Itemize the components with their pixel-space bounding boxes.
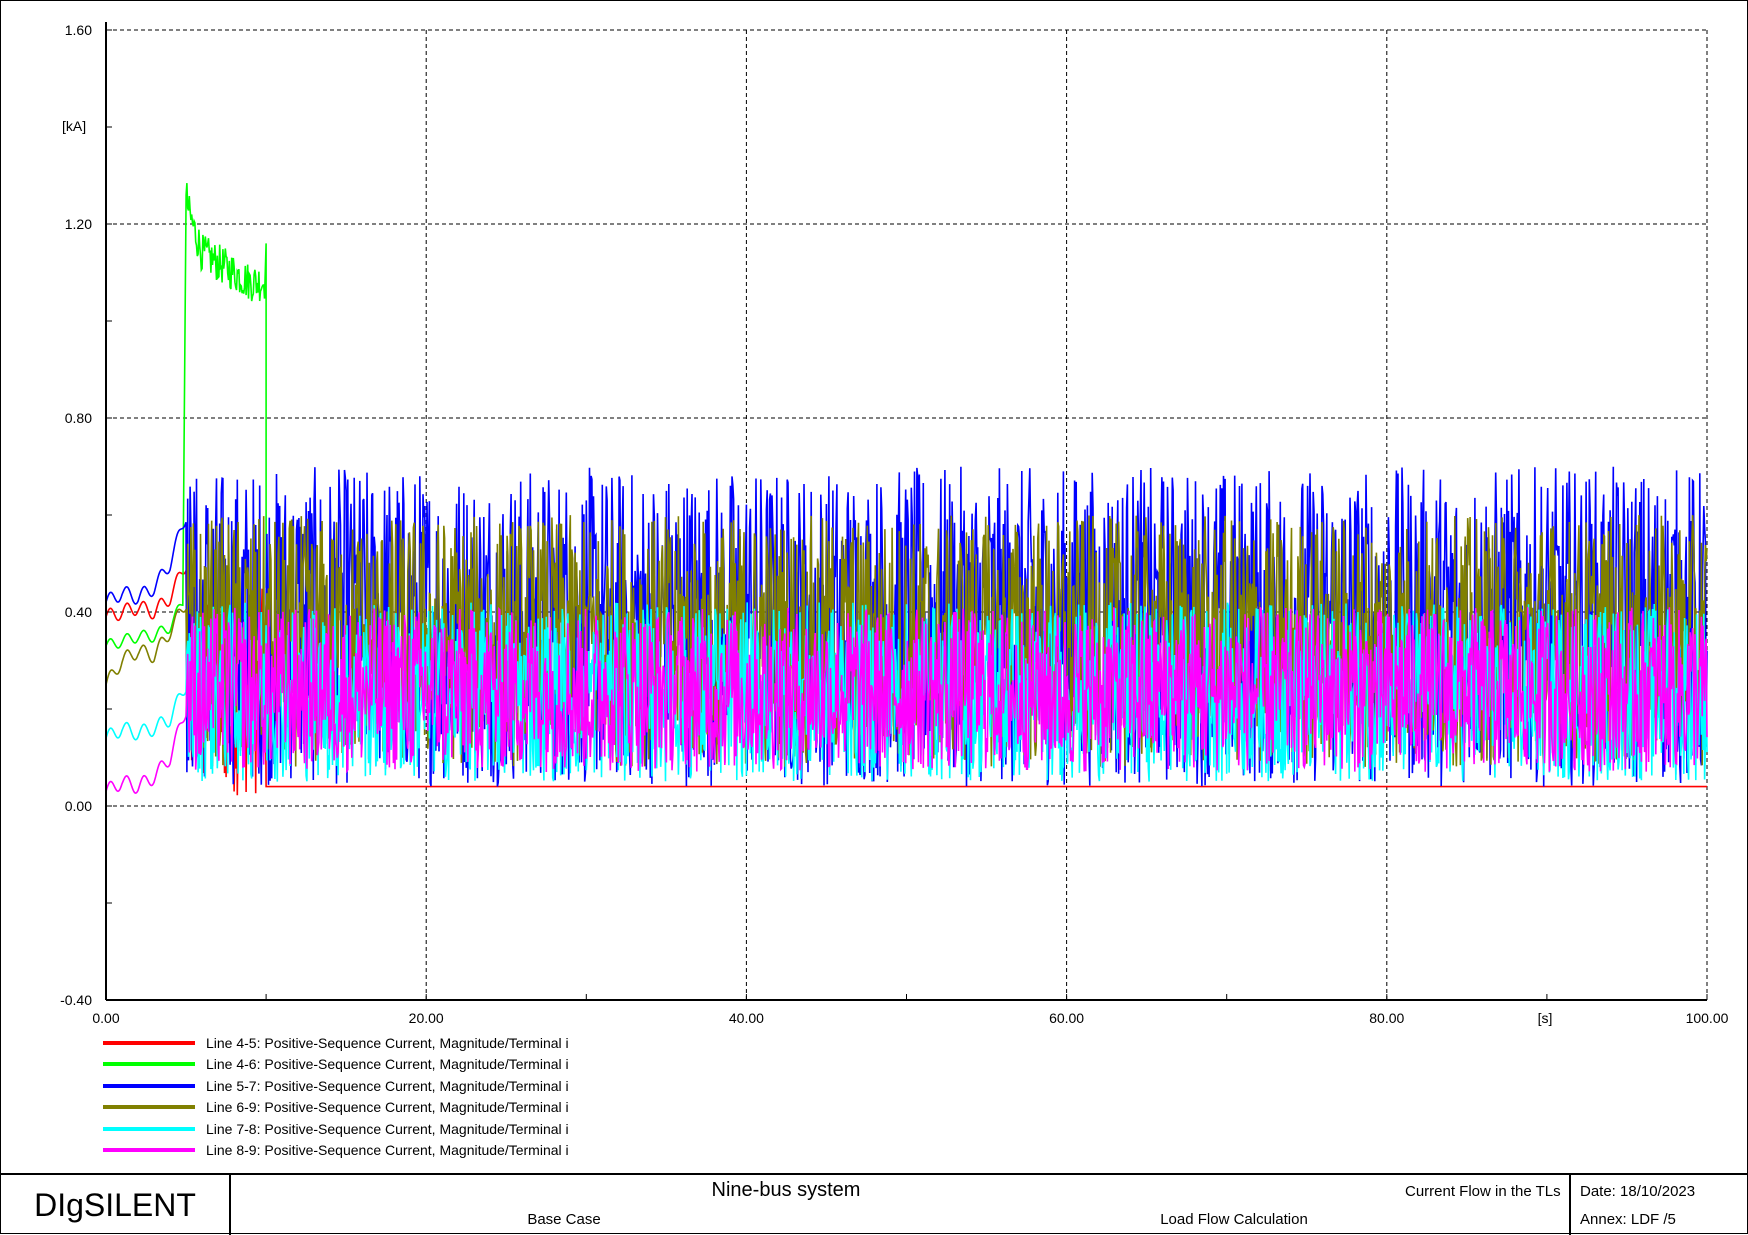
x-tick-label: 40.00 [729,1010,764,1026]
x-tick-label: 0.00 [92,1010,119,1026]
legend-swatch [103,1083,195,1088]
study-case: Base Case [527,1211,601,1228]
legend-label: Line 8-9: Positive-Sequence Current, Mag… [206,1141,569,1158]
legend-label: Line 6-9: Positive-Sequence Current, Mag… [206,1099,569,1116]
plot-subtitle: Current Flow in the TLs [1405,1183,1561,1200]
company-logo: DIgSILENT [1,1175,231,1235]
x-tick-label: 80.00 [1369,1010,1404,1026]
legend-swatch [103,1147,195,1152]
y-tick-label: 1.20 [65,216,92,232]
y-tick-label: -0.40 [60,992,92,1008]
x-tick-label: 20.00 [409,1010,444,1026]
plot-series [105,183,1708,796]
x-tick-label: 100.00 [1686,1010,1729,1026]
legend-swatch [103,1041,195,1045]
line-chart: 0.00 20.00 40.00 60.00 80.00 100.00 1.60 1.20 0.… [60,22,1729,1026]
title-block: DIgSILENT Nine-bus system Current Flow i… [1,1173,1747,1235]
legend-swatch [103,1062,195,1067]
y-tick-label: 0.40 [65,604,92,620]
legend-label: Line 4-5: Positive-Sequence Current, Mag… [206,1035,569,1051]
legend-label: Line 4-6: Positive-Sequence Current, Mag… [206,1056,569,1073]
x-tick-label: 60.00 [1049,1010,1084,1026]
x-axis-unit: [s] [1538,1010,1553,1026]
project-title: Nine-bus system [711,1179,861,1201]
legend-swatch [103,1126,195,1131]
date-annex-box: Date: 18/10/2023 Annex: LDF /5 [1569,1175,1748,1235]
calculation-type: Load Flow Calculation [1160,1211,1308,1228]
y-axis-unit: [kA] [62,118,86,134]
legend-label: Line 7-8: Positive-Sequence Current, Mag… [206,1120,569,1137]
date-label: Date: 18/10/2023 [1580,1183,1696,1200]
annex-label: Annex: LDF /5 [1580,1211,1676,1228]
y-tick-label: 0.80 [65,410,92,426]
y-tick-label: 1.60 [65,22,92,38]
y-tick-label: 0.00 [65,798,92,814]
legend-label: Line 5-7: Positive-Sequence Current, Mag… [206,1077,569,1094]
legend-swatch [103,1105,195,1110]
